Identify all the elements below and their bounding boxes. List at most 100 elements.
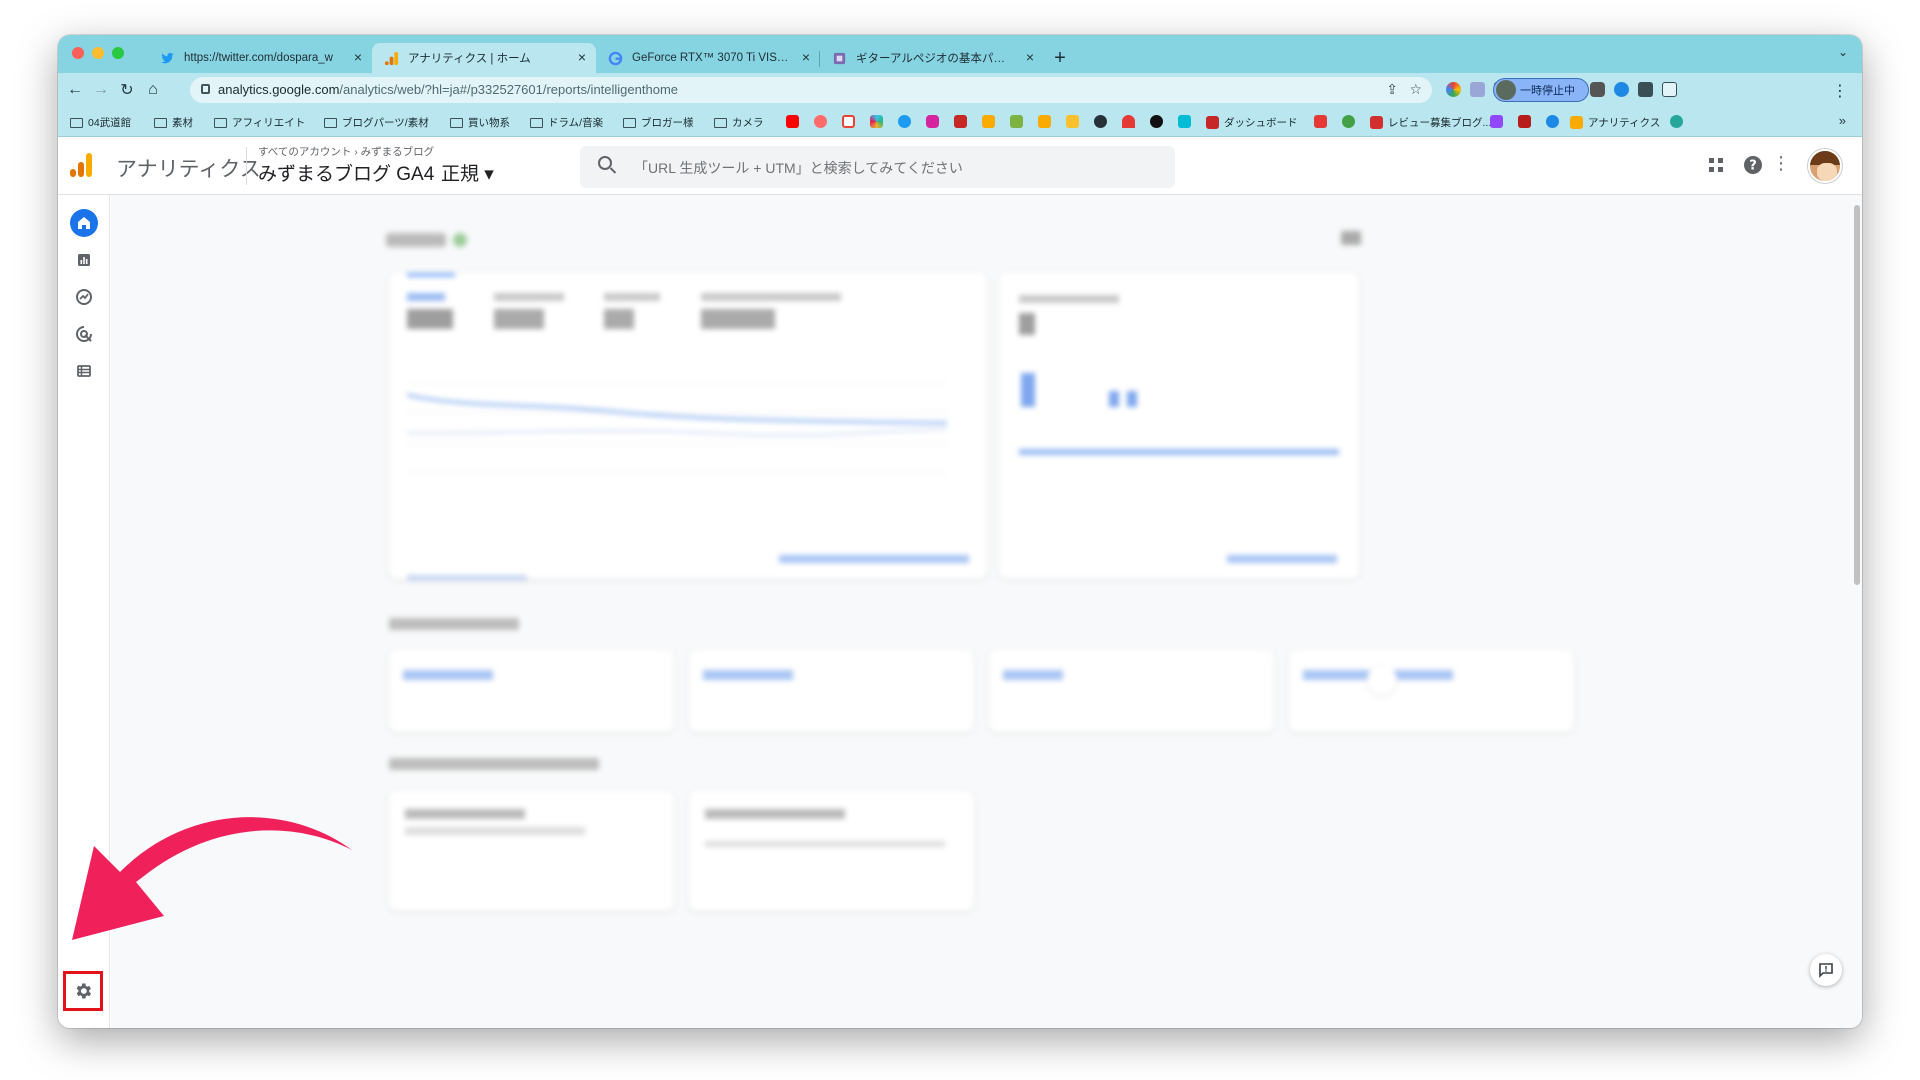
realtime-label-placeholder	[1019, 295, 1119, 303]
bookmarks-bar: 04武道館 素材 アフィリエイト ブログパーツ/素材 買い物系 ドラム/音楽 ブ…	[58, 107, 1862, 137]
recent-card[interactable]	[689, 650, 974, 732]
bookmark-folder[interactable]: ブロガー様	[623, 115, 694, 130]
bookmark-folder[interactable]: カメラ	[714, 115, 764, 130]
nav-reports[interactable]	[70, 246, 98, 274]
carousel-next-button[interactable]	[1367, 665, 1397, 695]
home-page-icon[interactable]: ⌂	[142, 79, 164, 101]
twitch-icon[interactable]	[1490, 115, 1503, 128]
account-breadcrumb[interactable]: すべてのアカウント › みずまるブログ	[258, 144, 434, 159]
new-tab-button[interactable]: +	[1044, 43, 1076, 73]
tab-search-icon[interactable]: ⌄	[1838, 45, 1848, 59]
nav-advertising[interactable]	[70, 320, 98, 348]
profile-avatar	[1496, 80, 1516, 100]
apps-grid-icon[interactable]	[1708, 157, 1724, 178]
insight-card	[689, 791, 974, 911]
nav-home[interactable]	[70, 209, 98, 237]
bookmark-folder[interactable]: 素材	[154, 115, 193, 130]
analytics-icon	[1570, 116, 1583, 129]
close-tab-icon[interactable]: ×	[1026, 49, 1034, 65]
bookmark-site-icon[interactable]	[814, 115, 827, 128]
back-icon[interactable]: ←	[64, 79, 86, 101]
profile-button[interactable]: 一時停止中	[1493, 78, 1589, 102]
recent-card[interactable]	[1289, 650, 1574, 732]
ga-header: アナリティクス すべてのアカウント › みずまるブログ みずまるブログ GA4 …	[58, 137, 1862, 195]
property-name[interactable]: みずまるブログ GA4	[258, 159, 434, 186]
more-bookmarks-icon[interactable]: »	[1839, 113, 1846, 128]
bookmark-folder[interactable]: ドラム/音楽	[530, 115, 603, 130]
instagram-icon[interactable]	[926, 115, 939, 128]
view-realtime-link[interactable]	[1227, 555, 1337, 563]
youtube-icon[interactable]	[786, 115, 799, 128]
analytics-icon[interactable]	[982, 115, 995, 128]
tab-geforce[interactable]: GeForce RTX™ 3070 Ti VISION ×	[596, 43, 820, 73]
browser-menu-icon[interactable]: ⋮	[1832, 81, 1848, 101]
twitter-icon[interactable]	[898, 115, 911, 128]
reload-icon[interactable]: ↻	[116, 79, 138, 101]
recent-card[interactable]	[989, 650, 1274, 732]
maximize-window-button[interactable]	[112, 47, 124, 59]
nav-explore[interactable]	[70, 283, 98, 311]
gmail-icon[interactable]	[842, 115, 855, 128]
feedback-button[interactable]	[1810, 954, 1842, 986]
section-heading-placeholder	[389, 618, 519, 630]
analytics-logo[interactable]	[70, 153, 94, 177]
bookmark-link[interactable]: アナリティクス	[1570, 115, 1660, 130]
search-bar[interactable]: 「URL 生成ツール + UTM」と検索してみてください	[580, 146, 1175, 188]
bookmark-site-icon[interactable]	[1546, 115, 1559, 128]
bookmark-folder[interactable]: 買い物系	[450, 115, 510, 130]
tab-analytics[interactable]: アナリティクス | ホーム ×	[372, 43, 596, 73]
bookmark-site-icon[interactable]	[1094, 115, 1107, 128]
help-icon[interactable]: ?	[1742, 154, 1764, 181]
bookmark-site-icon[interactable]	[1670, 115, 1683, 128]
view-snapshot-link[interactable]	[779, 555, 969, 563]
analytics-icon[interactable]	[1038, 115, 1051, 128]
bookmark-link[interactable]: レビュー募集ブログ...	[1370, 115, 1491, 130]
bookmark-site-icon[interactable]	[1178, 115, 1191, 128]
bookmark-label: カメラ	[732, 117, 764, 129]
slack-icon[interactable]	[870, 115, 883, 128]
address-bar[interactable]: analytics.google.com/analytics/web/?hl=j…	[190, 77, 1432, 103]
close-window-button[interactable]	[72, 47, 84, 59]
folder-icon	[324, 117, 337, 128]
bookmark-site-icon[interactable]	[1066, 115, 1079, 128]
close-tab-icon[interactable]: ×	[578, 49, 586, 65]
folder-icon	[714, 117, 727, 128]
bookmark-folder[interactable]: 04武道館	[70, 115, 131, 130]
share-icon[interactable]: ⇪	[1386, 81, 1398, 98]
avatar[interactable]	[1808, 149, 1842, 183]
bookmark-site-icon[interactable]	[1150, 115, 1163, 128]
minimize-window-button[interactable]	[92, 47, 104, 59]
tab-guitar[interactable]: ギターアルペジオの基本パターン ×	[820, 43, 1044, 73]
home-content	[111, 195, 1862, 1028]
extensions-puzzle-icon[interactable]	[1638, 82, 1653, 97]
close-tab-icon[interactable]: ×	[802, 49, 810, 65]
view-selector[interactable]: 正規 ▾	[441, 159, 494, 186]
bookmark-site-icon[interactable]	[1518, 115, 1531, 128]
bookmark-site-icon[interactable]	[1010, 115, 1023, 128]
forward-icon[interactable]: →	[90, 79, 112, 101]
explore-icon	[76, 289, 92, 305]
bookmark-site-icon[interactable]	[954, 115, 967, 128]
extension-icon[interactable]	[1446, 82, 1461, 97]
bookmark-site-icon[interactable]	[1314, 115, 1327, 128]
reading-list-icon[interactable]	[1662, 82, 1677, 97]
bookmark-link[interactable]: ダッシュボード	[1206, 115, 1298, 130]
bookmark-star-icon[interactable]: ☆	[1409, 81, 1422, 98]
tab-twitter[interactable]: https://twitter.com/dospara_w ×	[148, 43, 372, 73]
scrollbar[interactable]	[1854, 205, 1860, 585]
bookmark-folder[interactable]: ブログパーツ/素材	[324, 115, 429, 130]
recent-card[interactable]	[389, 650, 674, 732]
bookmark-site-icon[interactable]	[1342, 115, 1355, 128]
close-tab-icon[interactable]: ×	[354, 49, 362, 65]
metric-label-placeholder	[701, 293, 841, 301]
feedback-icon	[1819, 963, 1833, 978]
bookmark-label: ドラム/音楽	[548, 117, 604, 129]
app-title: アナリティクス	[116, 158, 261, 181]
extension-icon[interactable]	[1470, 82, 1485, 97]
nav-configure[interactable]	[70, 357, 98, 385]
extension-icon[interactable]	[1590, 82, 1605, 97]
bookmark-folder[interactable]: アフィリエイト	[214, 115, 305, 130]
extension-icon[interactable]	[1614, 82, 1629, 97]
more-vert-icon[interactable]: ⋮	[1772, 153, 1790, 174]
bookmark-site-icon[interactable]	[1122, 115, 1135, 128]
